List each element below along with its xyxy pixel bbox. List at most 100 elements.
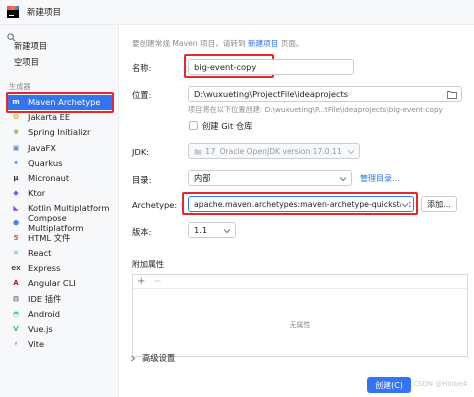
generators-section-label: 生成器	[9, 82, 31, 91]
kotlin-icon: ◣	[13, 203, 19, 212]
properties-toolbar: + −	[133, 275, 467, 289]
generator-label: React	[28, 248, 52, 259]
generator-label: IDE 插件	[28, 293, 62, 304]
title-bar: 新建项目	[0, 0, 474, 25]
advanced-settings-toggle[interactable]: 高级设置	[130, 352, 175, 364]
add-archetype-button[interactable]: 添加...	[421, 196, 457, 212]
generator-label: Ktor	[28, 187, 46, 198]
jdk-value: Oracle OpenJDK version 17.0.11	[219, 146, 342, 156]
generator-item-6[interactable]: ◆ Ktor	[6, 186, 114, 201]
spring-icon: ❀	[13, 128, 19, 137]
generator-item-11[interactable]: ex Express	[6, 261, 114, 276]
ide-plugin-icon: ⊟	[13, 294, 19, 303]
intellij-logo-icon	[7, 6, 19, 18]
catalog-value: 内部	[194, 173, 211, 183]
jakarta-ee-icon: ✿	[13, 113, 19, 122]
jdk-folder-icon	[194, 148, 202, 155]
archetype-label: Archetype:	[132, 200, 178, 210]
generator-item-9[interactable]: 5 HTML 文件	[6, 231, 114, 246]
javafx-icon: ▣	[12, 143, 20, 152]
remove-property-icon[interactable]: −	[153, 276, 161, 287]
chevron-right-icon	[131, 355, 136, 361]
generator-item-5[interactable]: μ Micronaut	[6, 171, 114, 186]
catalog-label: 目录:	[132, 175, 152, 185]
create-button[interactable]: 创建(C)	[367, 377, 411, 393]
chevron-down-icon	[223, 229, 231, 234]
generator-label: Vite	[28, 338, 45, 349]
properties-table: + − 无属性	[132, 274, 468, 357]
watermark-text: CSDN @Hinbe4	[413, 380, 468, 388]
generator-label: Android	[28, 308, 61, 319]
location-input[interactable]: D:\wuxueting\ProjectFile\ideaprojects	[188, 86, 462, 102]
no-properties-text: 无属性	[289, 321, 311, 329]
sidebar: 新建项目 空项目 生成器 m Maven Archetype ✿ Jakarta EE…	[0, 25, 119, 397]
archetype-value: apache.maven.archetypes:maven-archetype-…	[194, 199, 411, 209]
add-property-icon[interactable]: +	[137, 276, 145, 287]
generator-item-14[interactable]: ◓ Android	[6, 306, 114, 321]
compose-icon: ⬢	[12, 219, 20, 228]
footer: 创建(C) CSDN @Hinbe4	[120, 372, 474, 397]
chevron-down-icon	[339, 177, 347, 182]
window-title: 新建项目	[27, 8, 62, 18]
generator-item-15[interactable]: V Vue.js	[6, 322, 114, 337]
generator-item-0[interactable]: m Maven Archetype	[6, 95, 114, 110]
jdk-label: JDK:	[132, 147, 150, 157]
generator-item-4[interactable]: ✦ Quarkus	[6, 155, 114, 170]
version-select[interactable]: 1.1	[188, 222, 236, 238]
react-icon: ⚛	[12, 249, 20, 258]
generator-item-13[interactable]: ⊟ IDE 插件	[6, 291, 114, 306]
generator-item-2[interactable]: ❀ Spring Initializr	[6, 125, 114, 140]
catalog-select[interactable]: 内部	[188, 170, 352, 186]
git-checkbox[interactable]	[189, 121, 198, 130]
folder-icon[interactable]	[447, 90, 457, 99]
vite-icon: ⚡	[13, 339, 19, 348]
html-icon: 5	[13, 234, 19, 243]
hint-text: 要创建常规 Maven 项目，请转到	[132, 39, 246, 48]
sidebar-item-empty-project[interactable]: 空项目	[14, 55, 39, 69]
generator-label: Angular CLI	[28, 278, 76, 289]
additional-properties-label: 附加属性	[132, 260, 164, 269]
sidebar-item-new-project[interactable]: 新建项目	[14, 39, 47, 53]
generator-label: JavaFX	[28, 142, 56, 153]
generator-label: Vue.js	[28, 323, 53, 334]
jdk-select[interactable]: 17 Oracle OpenJDK version 17.0.11	[188, 143, 360, 159]
generator-label: Kotlin Multiplatform	[28, 202, 110, 213]
maven-archetype-icon: m	[12, 98, 20, 107]
android-icon: ◓	[12, 309, 20, 318]
generator-item-3[interactable]: ▣ JavaFX	[6, 140, 114, 155]
main-panel: 要创建常规 Maven 项目，请转到 新建项目 页面。 名称: big-even…	[120, 25, 474, 397]
generator-label: Maven Archetype	[28, 97, 101, 108]
chevron-down-icon	[347, 150, 355, 155]
generator-label: HTML 文件	[28, 233, 71, 244]
location-note: 项目将在以下位置创建: D:\wuxueting\P...tFile\ideap…	[188, 105, 443, 114]
generator-item-8[interactable]: ⬢ Compose Multiplatform	[6, 213, 114, 233]
manage-catalogs-link[interactable]: 管理目录...	[360, 173, 400, 184]
location-value: D:\wuxueting\ProjectFile\ideaprojects	[194, 89, 349, 99]
angular-icon: A	[13, 279, 19, 288]
express-icon: ex	[11, 264, 21, 273]
generator-label: Micronaut	[28, 172, 70, 183]
generator-label: Jakarta EE	[28, 112, 71, 123]
name-input[interactable]: big-event-copy	[188, 59, 354, 75]
advanced-settings-label: 高级设置	[142, 353, 176, 363]
archetype-select[interactable]: apache.maven.archetypes:maven-archetype-…	[188, 196, 414, 212]
generator-label: Express	[28, 263, 61, 274]
new-project-link[interactable]: 新建项目	[248, 39, 278, 48]
git-label: 创建 Git 仓库	[202, 121, 253, 131]
generator-item-10[interactable]: ⚛ React	[6, 246, 114, 261]
generator-item-1[interactable]: ✿ Jakarta EE	[6, 110, 114, 125]
generator-item-16[interactable]: ⚡ Vite	[6, 337, 114, 352]
version-label: 版本:	[132, 227, 152, 237]
micronaut-icon: μ	[13, 173, 19, 182]
chevron-down-icon	[401, 201, 409, 209]
quarkus-icon: ✦	[13, 158, 19, 167]
generator-label: Quarkus	[28, 157, 63, 168]
generator-item-12[interactable]: A Angular CLI	[6, 276, 114, 291]
ktor-icon: ◆	[13, 188, 19, 197]
version-value: 1.1	[194, 225, 208, 235]
location-label: 位置:	[132, 90, 152, 100]
name-label: 名称:	[132, 63, 152, 73]
hint-text-suffix: 页面。	[280, 39, 304, 48]
jdk-version: 17	[205, 146, 216, 156]
vue-icon: V	[13, 324, 19, 333]
